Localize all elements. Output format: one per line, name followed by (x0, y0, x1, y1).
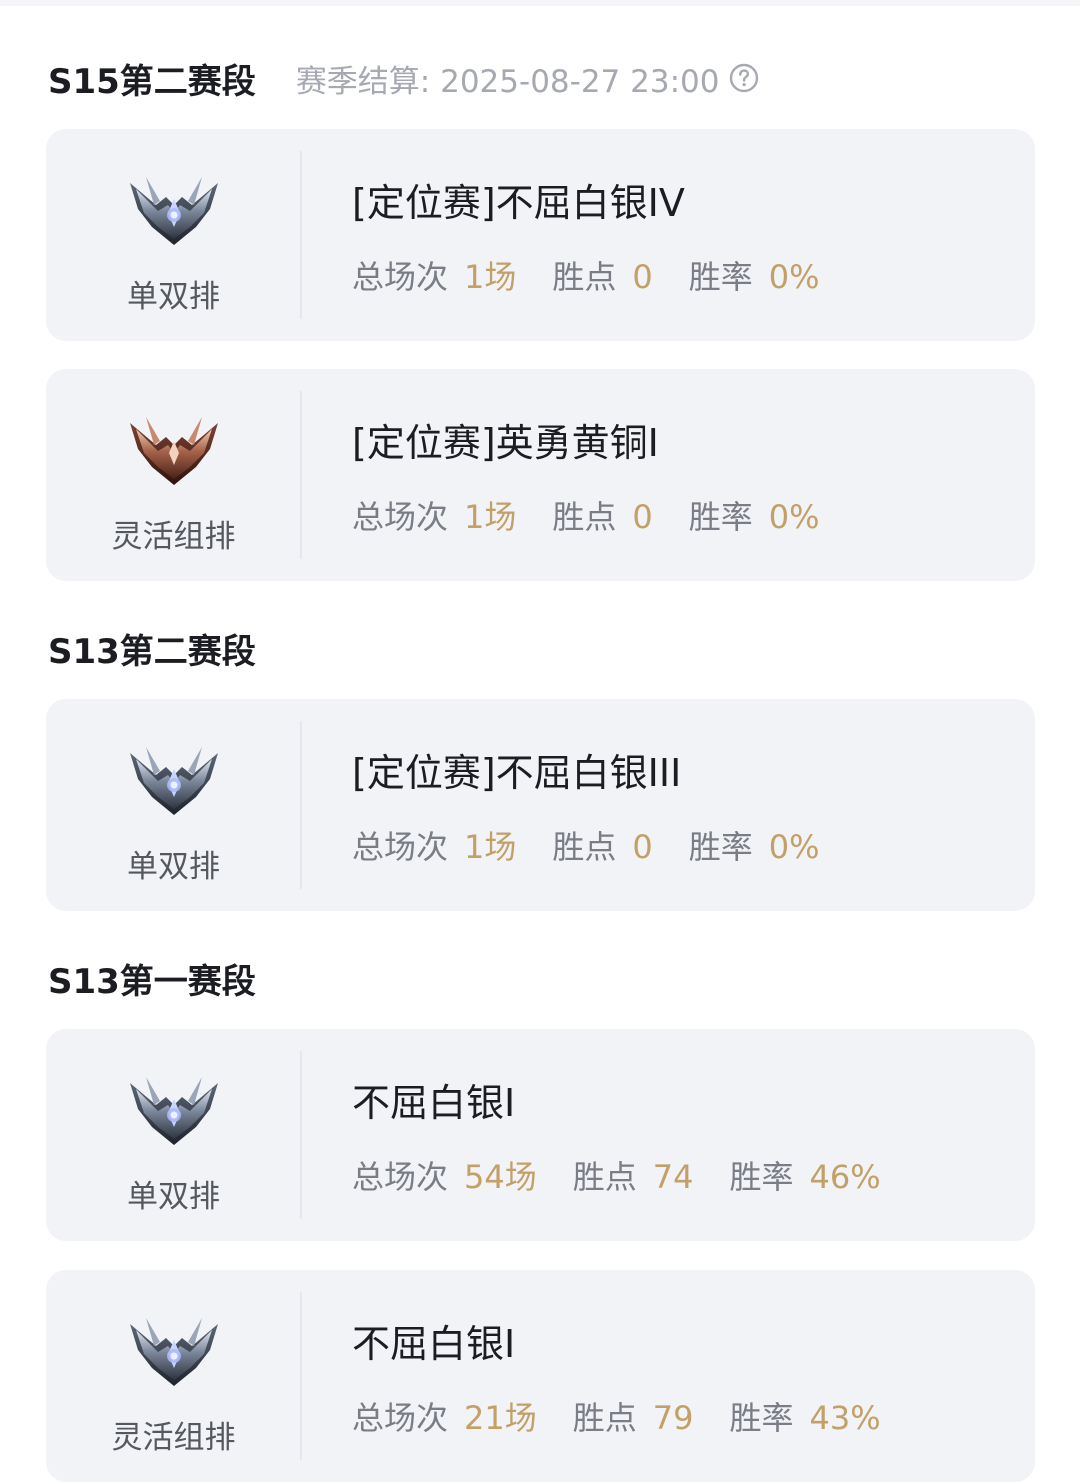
queue-type: 单双排 (127, 1179, 220, 1215)
rank-badge: 灵活组排 (46, 369, 301, 581)
rank-name: [定位赛]不屈白银IV (352, 181, 685, 225)
rank-stats: 总场次 1场 胜点 0 胜率 0% (352, 495, 856, 539)
league-points: 胜点 74 (573, 1155, 694, 1199)
silver-emblem-icon (126, 175, 222, 247)
league-points-label: 胜点 (572, 1158, 637, 1196)
total-games: 总场次 1场 (352, 825, 516, 869)
total-games-label: 总场次 (352, 828, 449, 866)
league-points-value: 0 (632, 258, 653, 296)
league-points-label: 胜点 (552, 498, 617, 536)
rank-stats: 总场次 1场 胜点 0 胜率 0% (352, 825, 856, 869)
win-rate-value: 43% (809, 1399, 881, 1437)
card-divider (300, 721, 302, 889)
league-points: 胜点 0 (552, 825, 652, 869)
rank-name: [定位赛]英勇黄铜I (352, 421, 659, 465)
league-points: 胜点 0 (552, 495, 652, 539)
total-games-value: 54场 (464, 1158, 537, 1196)
total-games: 总场次 21场 (352, 1396, 537, 1440)
league-points: 胜点 0 (552, 255, 652, 299)
league-points-label: 胜点 (552, 258, 617, 296)
rank-card[interactable]: 单双排 [定位赛]不屈白银IV 总场次 1场 胜点 0 胜率 0% (46, 129, 1035, 341)
top-divider (0, 0, 1080, 6)
silver-emblem-icon (126, 1075, 222, 1147)
rank-card[interactable]: 灵活组排 [定位赛]英勇黄铜I 总场次 1场 胜点 0 胜率 0% (46, 369, 1035, 581)
season-title: S13第二赛段 (48, 631, 256, 672)
queue-type: 灵活组排 (111, 1420, 236, 1456)
league-points-label: 胜点 (572, 1399, 637, 1437)
rank-stats: 总场次 54场 胜点 74 胜率 46% (352, 1155, 917, 1199)
win-rate: 胜率 0% (689, 255, 820, 299)
total-games-label: 总场次 (352, 258, 449, 296)
rank-card[interactable]: 单双排 [定位赛]不屈白银III 总场次 1场 胜点 0 胜率 0% (46, 699, 1035, 911)
total-games-label: 总场次 (352, 1158, 449, 1196)
rank-card[interactable]: 单双排 不屈白银I 总场次 54场 胜点 74 胜率 46% (46, 1029, 1035, 1241)
win-rate: 胜率 0% (689, 825, 820, 869)
queue-type: 单双排 (127, 849, 220, 885)
card-divider (300, 391, 302, 559)
total-games: 总场次 1场 (352, 255, 516, 299)
silver-emblem-icon (126, 1316, 222, 1388)
rank-badge: 单双排 (46, 1029, 301, 1241)
win-rate-value: 0% (768, 828, 820, 866)
season-header: S13第一赛段 (48, 948, 256, 1008)
total-games: 总场次 54场 (352, 1155, 537, 1199)
rank-badge: 灵活组排 (46, 1270, 301, 1482)
settlement-text: 赛季结算: 2025-08-27 23:00 (295, 63, 720, 100)
league-points-value: 0 (632, 498, 653, 536)
rank-badge: 单双排 (46, 699, 301, 911)
rank-stats: 总场次 21场 胜点 79 胜率 43% (352, 1396, 917, 1440)
total-games-value: 21场 (464, 1399, 537, 1437)
total-games-value: 1场 (464, 258, 517, 296)
win-rate-value: 46% (809, 1158, 881, 1196)
league-points-value: 0 (632, 828, 653, 866)
win-rate-value: 0% (768, 498, 820, 536)
win-rate-value: 0% (768, 258, 820, 296)
season-title: S15第二赛段 (48, 61, 256, 102)
season-title: S13第一赛段 (48, 961, 256, 1002)
rank-badge: 单双排 (46, 129, 301, 341)
total-games-label: 总场次 (352, 498, 449, 536)
card-divider (300, 1051, 302, 1219)
league-points-label: 胜点 (552, 828, 617, 866)
rank-card[interactable]: 灵活组排 不屈白银I 总场次 21场 胜点 79 胜率 43% (46, 1270, 1035, 1482)
season-header: S13第二赛段 (48, 618, 256, 678)
bronze-emblem-icon (126, 415, 222, 487)
rank-name: 不屈白银I (352, 1322, 516, 1366)
settlement-time: 赛季结算: 2025-08-27 23:00 (296, 56, 760, 101)
queue-type: 单双排 (127, 279, 220, 315)
league-points: 胜点 79 (573, 1396, 694, 1440)
help-circle-icon[interactable] (729, 63, 759, 93)
win-rate: 胜率 46% (729, 1155, 880, 1199)
rank-name: [定位赛]不屈白银III (352, 751, 682, 795)
card-divider (300, 151, 302, 319)
league-points-value: 79 (652, 1399, 694, 1437)
total-games-value: 1场 (464, 828, 517, 866)
silver-emblem-icon (126, 745, 222, 817)
card-divider (300, 1292, 302, 1460)
league-points-value: 74 (652, 1158, 694, 1196)
win-rate-label: 胜率 (688, 828, 753, 866)
win-rate: 胜率 0% (689, 495, 820, 539)
win-rate: 胜率 43% (729, 1396, 880, 1440)
win-rate-label: 胜率 (729, 1399, 794, 1437)
total-games: 总场次 1场 (352, 495, 516, 539)
total-games-label: 总场次 (352, 1399, 449, 1437)
win-rate-label: 胜率 (688, 498, 753, 536)
win-rate-label: 胜率 (729, 1158, 794, 1196)
win-rate-label: 胜率 (688, 258, 753, 296)
total-games-value: 1场 (464, 498, 517, 536)
queue-type: 灵活组排 (111, 519, 236, 555)
rank-stats: 总场次 1场 胜点 0 胜率 0% (352, 255, 856, 299)
season-header: S15第二赛段 赛季结算: 2025-08-27 23:00 (48, 48, 759, 108)
rank-name: 不屈白银I (352, 1081, 516, 1125)
